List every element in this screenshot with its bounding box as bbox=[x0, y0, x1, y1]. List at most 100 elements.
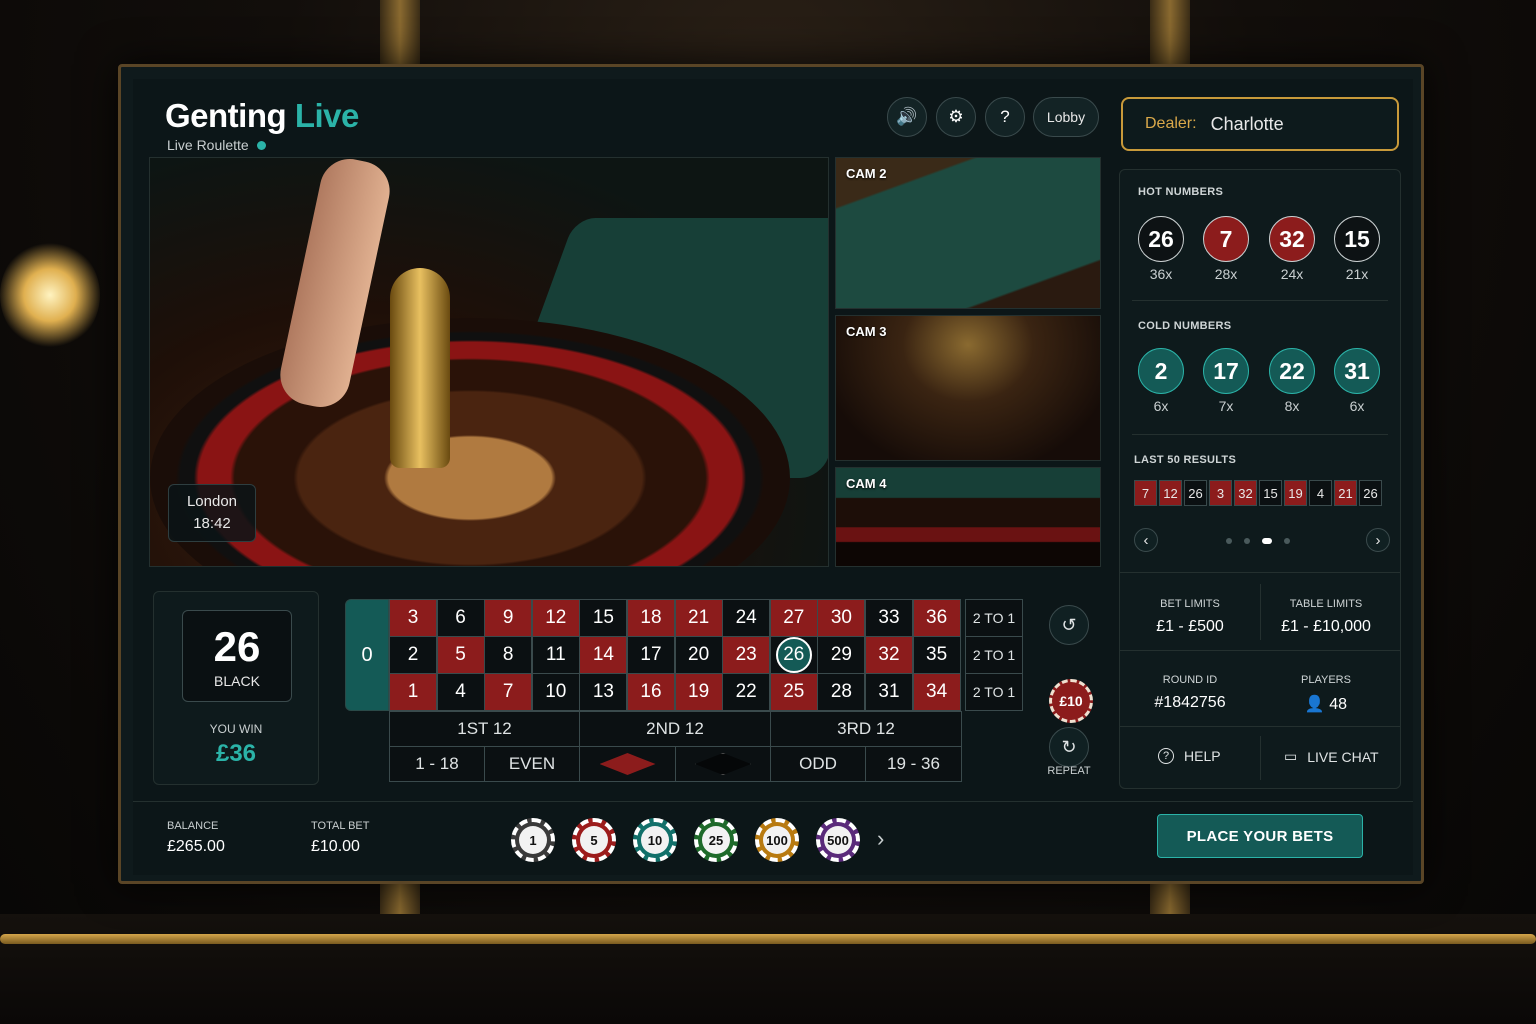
bet-number-24[interactable]: 24 bbox=[722, 599, 771, 637]
bet-number-12[interactable]: 12 bbox=[531, 599, 580, 637]
bet-number-32[interactable]: 32 bbox=[865, 636, 913, 674]
chip-100[interactable]: 100 bbox=[755, 818, 799, 862]
bet-dozen-1[interactable]: 1ST 12 bbox=[389, 711, 580, 747]
bet-number-31[interactable]: 31 bbox=[865, 673, 913, 711]
bet-number-33[interactable]: 33 bbox=[865, 599, 913, 637]
bet-number-3[interactable]: 3 bbox=[389, 599, 437, 637]
bet-dozen-2[interactable]: 2ND 12 bbox=[579, 711, 771, 747]
bet-number-30[interactable]: 30 bbox=[817, 599, 866, 637]
bet-number-25[interactable]: 25 bbox=[769, 673, 818, 711]
repeat-icon: ↻ bbox=[1061, 736, 1077, 757]
settings-button[interactable]: ⚙ bbox=[936, 97, 976, 137]
undo-icon: ↺ bbox=[1061, 614, 1077, 635]
pager-dot[interactable] bbox=[1226, 538, 1232, 544]
bet-dozen-3[interactable]: 3RD 12 bbox=[770, 711, 962, 747]
bet-number-29[interactable]: 29 bbox=[817, 636, 866, 674]
bet-number-4[interactable]: 4 bbox=[436, 673, 485, 711]
selected-chip[interactable]: £10 bbox=[1049, 679, 1093, 723]
help-button[interactable]: ? bbox=[985, 97, 1025, 137]
bet-number-23[interactable]: 23 bbox=[722, 636, 771, 674]
chip-5[interactable]: 5 bbox=[572, 818, 616, 862]
bet-odd[interactable]: ODD bbox=[770, 746, 866, 782]
bet-number-27[interactable]: 27 bbox=[769, 599, 818, 637]
winning-number-box: 26 BLACK bbox=[182, 610, 292, 702]
win-amount: £36 bbox=[215, 740, 257, 767]
bet-number-2[interactable]: 2 bbox=[389, 636, 437, 674]
floor bbox=[0, 914, 1536, 1024]
hot-number[interactable]: 7 bbox=[1203, 216, 1249, 262]
bet-number-26[interactable]: 26 bbox=[769, 636, 818, 674]
cam-2[interactable]: CAM 2 bbox=[835, 157, 1101, 309]
cam-3[interactable]: CAM 3 bbox=[835, 315, 1101, 461]
results-prev-button[interactable]: ‹ bbox=[1134, 528, 1158, 552]
user-icon: 👤 bbox=[1304, 696, 1325, 713]
bet-number-5[interactable]: 5 bbox=[436, 636, 485, 674]
bet-number-21[interactable]: 21 bbox=[674, 599, 723, 637]
gear-icon: ⚙ bbox=[948, 107, 964, 126]
cold-number[interactable]: 17 bbox=[1203, 348, 1249, 394]
bet-number-35[interactable]: 35 bbox=[912, 636, 961, 674]
lobby-button[interactable]: Lobby bbox=[1033, 97, 1099, 137]
bet-19-36[interactable]: 19 - 36 bbox=[865, 746, 962, 782]
balance-value: £265.00 bbox=[167, 838, 225, 855]
cold-number[interactable]: 31 bbox=[1334, 348, 1380, 394]
chip-500[interactable]: 500 bbox=[816, 818, 860, 862]
bet-column-middle[interactable]: 2 TO 1 bbox=[965, 636, 1023, 674]
bet-number-34[interactable]: 34 bbox=[912, 673, 961, 711]
repeat-button[interactable]: ↻ bbox=[1049, 727, 1089, 767]
undo-button[interactable]: ↺ bbox=[1049, 605, 1089, 645]
bet-number-20[interactable]: 20 bbox=[674, 636, 723, 674]
total-bet-label: TOTAL BET bbox=[311, 820, 370, 832]
pager-dot[interactable] bbox=[1284, 538, 1290, 544]
sound-button[interactable]: 🔊 bbox=[887, 97, 927, 137]
pager-dot[interactable] bbox=[1244, 538, 1250, 544]
result-panel: 26 BLACK YOU WIN £36 bbox=[153, 591, 319, 785]
bet-number-18[interactable]: 18 bbox=[627, 599, 675, 637]
help-icon: ? bbox=[1158, 748, 1174, 764]
hot-number[interactable]: 26 bbox=[1138, 216, 1184, 262]
bet-number-36[interactable]: 36 bbox=[912, 599, 961, 637]
result-cell: 12 bbox=[1159, 480, 1182, 506]
bet-number-6[interactable]: 6 bbox=[436, 599, 485, 637]
cam-4[interactable]: CAM 4 bbox=[835, 467, 1101, 567]
number-label: 3 bbox=[407, 607, 419, 628]
bet-zero[interactable]: 0 bbox=[345, 599, 389, 711]
chip-500-label: 500 bbox=[824, 826, 852, 854]
bet-column-top[interactable]: 2 TO 1 bbox=[965, 599, 1023, 637]
bet-number-15[interactable]: 15 bbox=[579, 599, 628, 637]
bet-number-17[interactable]: 17 bbox=[627, 636, 675, 674]
bet-black[interactable] bbox=[675, 746, 771, 782]
pager-dot-active[interactable] bbox=[1262, 538, 1272, 544]
bet-number-11[interactable]: 11 bbox=[531, 636, 580, 674]
bet-number-7[interactable]: 7 bbox=[484, 673, 533, 711]
place-bets-button[interactable]: PLACE YOUR BETS bbox=[1157, 814, 1363, 858]
bet-number-10[interactable]: 10 bbox=[531, 673, 580, 711]
bet-number-22[interactable]: 22 bbox=[722, 673, 771, 711]
bet-column-bottom[interactable]: 2 TO 1 bbox=[965, 673, 1023, 711]
bet-number-8[interactable]: 8 bbox=[484, 636, 533, 674]
bet-number-28[interactable]: 28 bbox=[817, 673, 866, 711]
cold-number[interactable]: 22 bbox=[1269, 348, 1315, 394]
bet-number-19[interactable]: 19 bbox=[674, 673, 723, 711]
bet-red[interactable] bbox=[579, 746, 676, 782]
hot-number[interactable]: 15 bbox=[1334, 216, 1380, 262]
live-chat-link[interactable]: ▭ LIVE CHAT bbox=[1284, 748, 1379, 765]
chip-10[interactable]: 10 bbox=[633, 818, 677, 862]
bet-number-9[interactable]: 9 bbox=[484, 599, 533, 637]
chips-next-button[interactable]: › bbox=[877, 826, 884, 852]
chip-1[interactable]: 1 bbox=[511, 818, 555, 862]
hot-number[interactable]: 32 bbox=[1269, 216, 1315, 262]
chip-25[interactable]: 25 bbox=[694, 818, 738, 862]
bet-number-13[interactable]: 13 bbox=[579, 673, 628, 711]
main-video[interactable]: London 18:42 bbox=[149, 157, 829, 567]
bet-number-16[interactable]: 16 bbox=[627, 673, 675, 711]
wheel-turret bbox=[390, 268, 450, 468]
bet-even[interactable]: EVEN bbox=[484, 746, 580, 782]
cold-number[interactable]: 2 bbox=[1138, 348, 1184, 394]
chip-1-label: 1 bbox=[519, 826, 547, 854]
results-next-button[interactable]: › bbox=[1366, 528, 1390, 552]
bet-1-18[interactable]: 1 - 18 bbox=[389, 746, 485, 782]
help-link[interactable]: ? HELP bbox=[1158, 748, 1221, 764]
bet-number-1[interactable]: 1 bbox=[389, 673, 437, 711]
bet-number-14[interactable]: 14 bbox=[579, 636, 628, 674]
